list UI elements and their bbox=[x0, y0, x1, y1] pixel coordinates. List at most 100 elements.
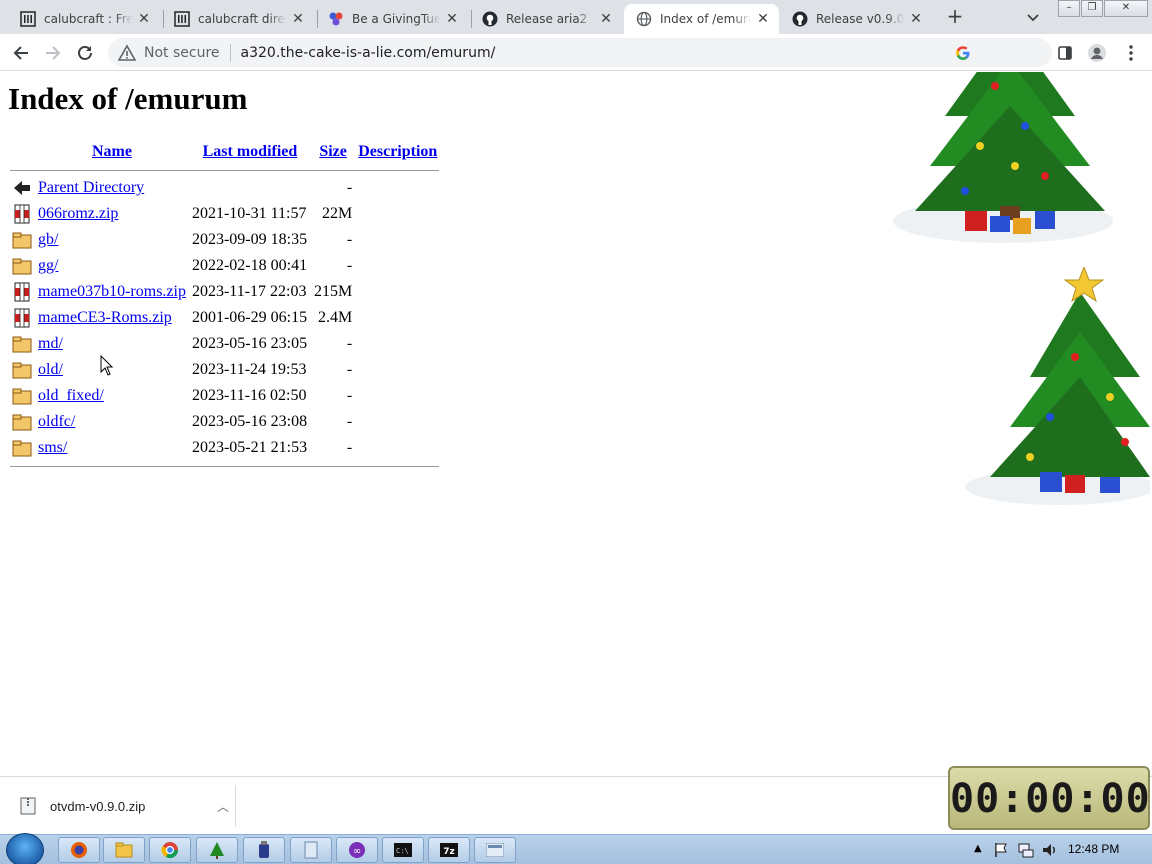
tab-close-icon[interactable]: ✕ bbox=[755, 11, 771, 27]
tab-title: calubcraft directo bbox=[198, 12, 286, 26]
profile-button[interactable] bbox=[1084, 40, 1110, 66]
entry-link[interactable]: mameCE3-Roms.zip bbox=[38, 309, 172, 326]
entry-link[interactable]: md/ bbox=[38, 335, 63, 352]
table-row: sms/2023-05-21 21:53 - bbox=[10, 436, 439, 460]
table-row: old_fixed/2023-11-16 02:50 - bbox=[10, 384, 439, 408]
chevron-up-icon[interactable]: ︿ bbox=[211, 798, 235, 815]
tab-4[interactable]: Index of /emurum ✕ bbox=[624, 4, 779, 34]
minimize-button[interactable]: – bbox=[1058, 0, 1080, 17]
network-icon[interactable] bbox=[1018, 842, 1034, 858]
entry-link[interactable]: 066romz.zip bbox=[38, 205, 118, 222]
reload-button[interactable] bbox=[72, 40, 98, 66]
entry-link[interactable]: old_fixed/ bbox=[38, 387, 104, 404]
folder-icon bbox=[12, 231, 32, 249]
entry-link[interactable]: gb/ bbox=[38, 231, 58, 248]
google-lens-button[interactable] bbox=[950, 40, 976, 66]
table-row: Parent Directory - bbox=[10, 176, 439, 200]
show-hidden-icons-icon[interactable]: ▲ bbox=[974, 843, 982, 854]
taskbar-firefox[interactable] bbox=[58, 837, 100, 863]
taskbar-explorer[interactable] bbox=[103, 837, 145, 863]
entry-description-cell bbox=[356, 384, 439, 408]
entry-icon-cell bbox=[10, 280, 34, 304]
tab-1[interactable]: calubcraft directo ✕ bbox=[162, 4, 314, 34]
taskbar-7zip[interactable]: 7z bbox=[428, 837, 470, 863]
entry-modified-cell: 2023-05-21 21:53 bbox=[191, 439, 308, 456]
taskbar-app-5[interactable] bbox=[243, 837, 285, 863]
sort-by-description-link[interactable]: Description bbox=[358, 143, 437, 160]
entry-link[interactable]: oldfc/ bbox=[38, 413, 75, 430]
tab-title: Index of /emurum bbox=[660, 12, 751, 26]
tab-close-icon[interactable]: ✕ bbox=[136, 11, 152, 27]
table-header-row: Name Last modified Size Description bbox=[10, 140, 439, 164]
forward-arrow-icon bbox=[46, 46, 61, 60]
entry-modified-cell bbox=[190, 176, 310, 200]
tab-close-icon[interactable]: ✕ bbox=[908, 11, 924, 27]
security-label[interactable]: Not secure bbox=[144, 45, 220, 61]
entry-modified-cell: 2023-05-16 23:05 bbox=[191, 335, 308, 352]
entry-modified-cell: 2001-06-29 06:15 bbox=[191, 309, 308, 326]
sort-by-size-link[interactable]: Size bbox=[319, 143, 347, 160]
forward-button[interactable] bbox=[40, 40, 66, 66]
table-row: gb/2023-09-09 18:35 - bbox=[10, 228, 439, 252]
entry-link[interactable]: mame037b10-roms.zip bbox=[38, 283, 186, 300]
taskbar-app-10[interactable] bbox=[474, 837, 516, 863]
entry-modified-cell: 2023-11-16 02:50 bbox=[191, 387, 307, 404]
entry-link[interactable]: old/ bbox=[38, 361, 63, 378]
taskbar-notepad[interactable] bbox=[290, 837, 332, 863]
taskbar-app-7[interactable]: ∞ bbox=[336, 837, 378, 863]
entry-name-cell: old_fixed/ bbox=[36, 384, 188, 408]
entry-link[interactable]: sms/ bbox=[38, 439, 67, 456]
entry-name-cell: gg/ bbox=[36, 254, 188, 278]
address-bar[interactable]: Not secure a320.the-cake-is-a-lie.com/em… bbox=[108, 38, 1052, 67]
entry-modified-cell: 2022-02-18 00:41 bbox=[191, 257, 308, 274]
entry-link[interactable]: Parent Directory bbox=[38, 179, 144, 196]
maximize-button[interactable]: ❐ bbox=[1081, 0, 1103, 17]
taskbar-clock[interactable]: 12:48 PM bbox=[1068, 842, 1119, 856]
volume-icon[interactable] bbox=[1042, 842, 1058, 858]
entry-name-cell: 066romz.zip bbox=[36, 202, 188, 226]
browser-toolbar: Not secure a320.the-cake-is-a-lie.com/em… bbox=[0, 34, 1152, 71]
side-panel-button[interactable] bbox=[1052, 40, 1078, 66]
timer-display: 00:00:00 bbox=[950, 776, 1151, 822]
svg-text:C:\: C:\ bbox=[396, 847, 409, 855]
kebab-menu-icon bbox=[1129, 45, 1133, 61]
entry-size-cell: 2.4M bbox=[317, 309, 353, 326]
svg-text:∞: ∞ bbox=[353, 846, 361, 857]
taskbar-tree-app[interactable] bbox=[196, 837, 238, 863]
sort-by-name-link[interactable]: Name bbox=[92, 143, 132, 160]
github-icon bbox=[792, 11, 808, 27]
tab-search-chevron-icon[interactable] bbox=[1024, 8, 1042, 26]
start-button[interactable] bbox=[6, 833, 44, 864]
new-tab-button[interactable]: + bbox=[944, 6, 966, 28]
action-center-flag-icon[interactable] bbox=[994, 842, 1008, 858]
tab-close-icon[interactable]: ✕ bbox=[290, 11, 306, 27]
tab-3[interactable]: Release aria2 1.3 ✕ bbox=[470, 4, 622, 34]
url-text[interactable]: a320.the-cake-is-a-lie.com/emurum/ bbox=[241, 45, 496, 61]
page-title: Index of /emurum bbox=[8, 81, 248, 116]
tab-5[interactable]: Release v0.9.0 · o ✕ bbox=[780, 4, 932, 34]
entry-name-cell: oldfc/ bbox=[36, 410, 188, 434]
sort-by-modified-link[interactable]: Last modified bbox=[203, 143, 298, 160]
chrome-menu-button[interactable] bbox=[1118, 40, 1144, 66]
table-row: 066romz.zip 2021-10-31 11:57 22M bbox=[10, 202, 439, 226]
entry-icon-cell bbox=[10, 332, 34, 356]
tab-2[interactable]: Be a GivingTuesd ✕ bbox=[316, 4, 468, 34]
entry-icon-cell bbox=[10, 358, 34, 382]
tab-0[interactable]: calubcraft : Free ✕ bbox=[8, 4, 160, 34]
close-window-button[interactable]: ✕ bbox=[1104, 0, 1148, 17]
back-arrow-nav-icon bbox=[13, 46, 28, 60]
taskbar-chrome[interactable] bbox=[149, 837, 191, 863]
tab-close-icon[interactable]: ✕ bbox=[598, 11, 614, 27]
folder-icon bbox=[12, 361, 32, 379]
entry-description-cell bbox=[356, 410, 439, 434]
entry-link[interactable]: gg/ bbox=[38, 257, 58, 274]
entry-modified-cell: 2023-05-16 23:08 bbox=[191, 413, 308, 430]
tab-close-icon[interactable]: ✕ bbox=[444, 11, 460, 27]
entry-modified-cell: 2023-11-24 19:53 bbox=[191, 361, 307, 378]
taskbar-cmd[interactable]: C:\ bbox=[382, 837, 424, 863]
header-divider bbox=[10, 166, 440, 174]
compressed-file-icon bbox=[12, 282, 32, 302]
download-item[interactable]: otvdm-v0.9.0.zip ︿ bbox=[8, 785, 236, 827]
back-button[interactable] bbox=[8, 40, 34, 66]
entry-size-cell: - bbox=[346, 257, 353, 274]
